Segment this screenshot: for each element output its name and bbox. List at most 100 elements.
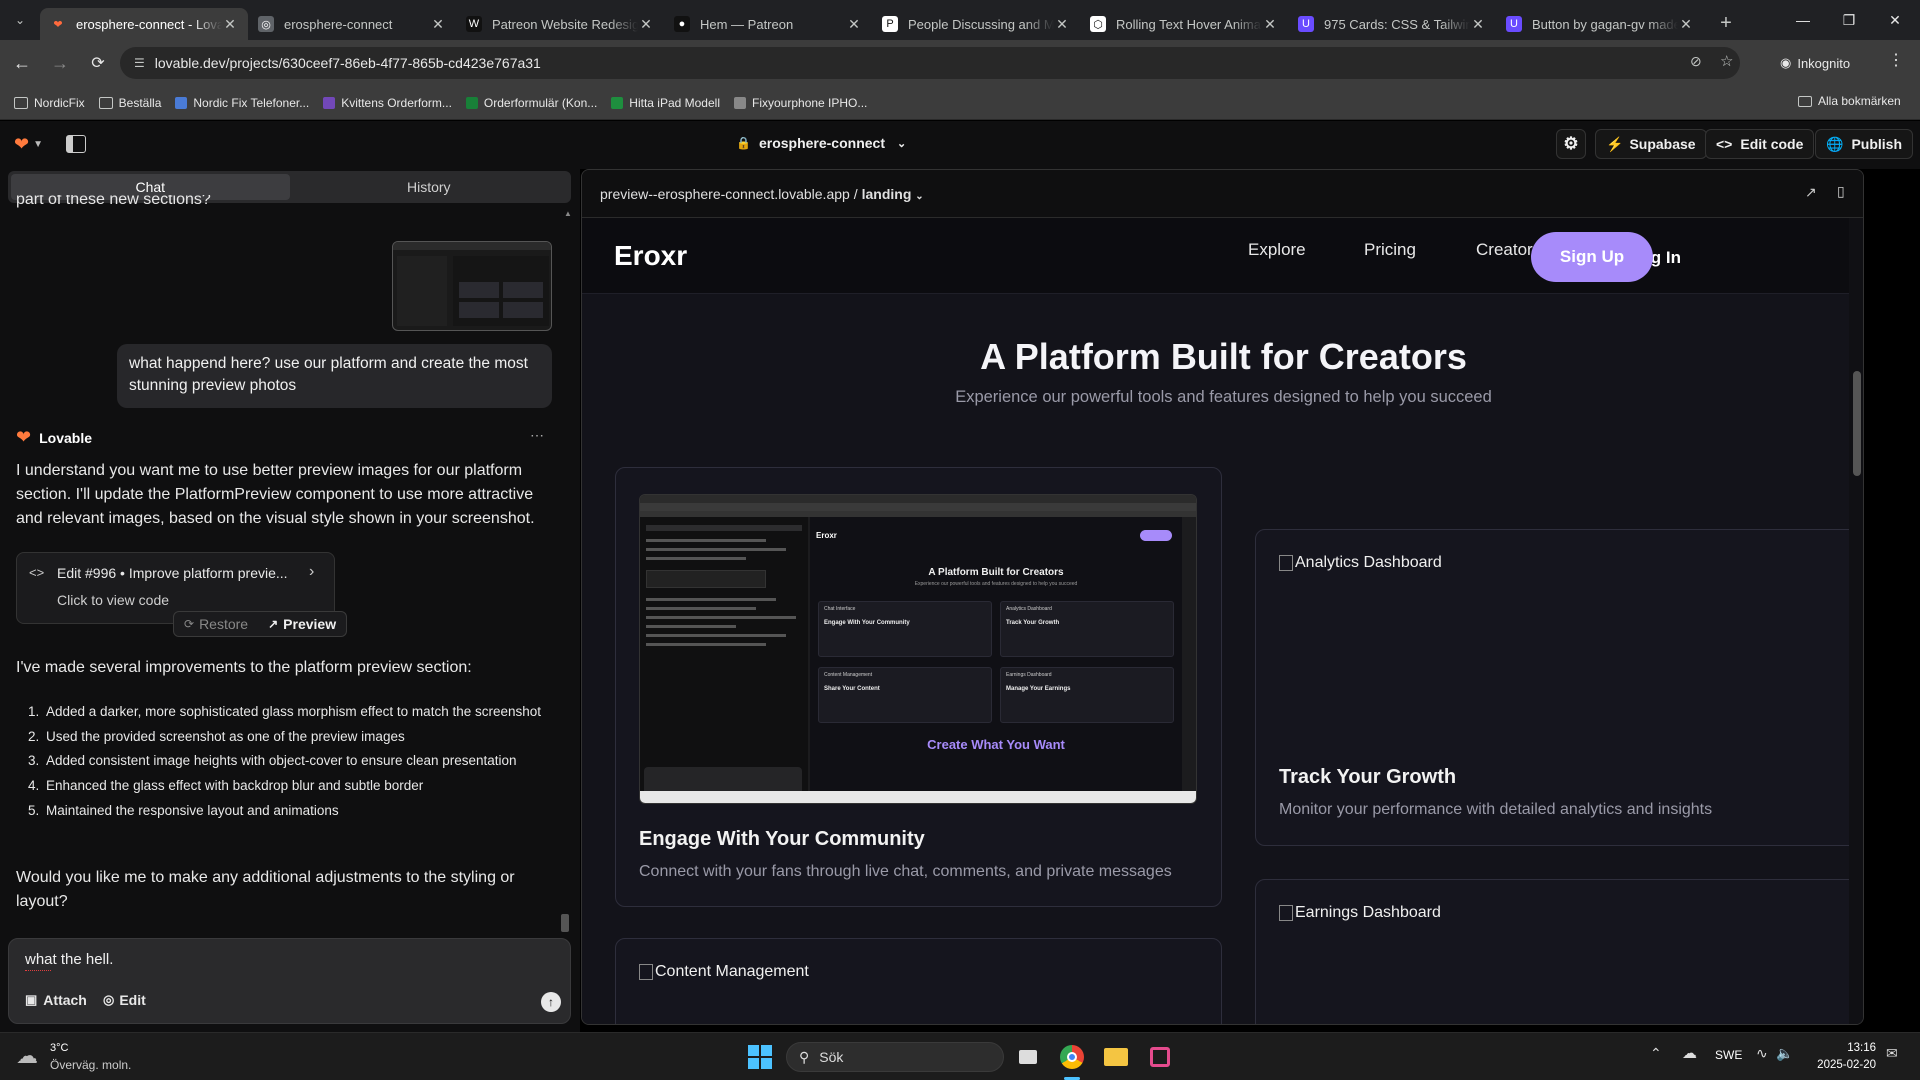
restore-icon: ⟳: [184, 617, 195, 631]
nav-explore[interactable]: Explore: [1248, 240, 1306, 260]
bookmark-item[interactable]: Nordic Fix Telefoner...: [175, 96, 309, 110]
publish-button[interactable]: 🌐 Publish: [1815, 129, 1913, 159]
wifi-icon[interactable]: ∿: [1756, 1045, 1768, 1062]
chevron-up-icon[interactable]: ⌃: [1650, 1045, 1662, 1062]
supabase-button[interactable]: ⚡ Supabase: [1595, 129, 1707, 159]
publish-label: Publish: [1851, 136, 1902, 152]
tab-search-dropdown-icon[interactable]: ⌄: [0, 0, 40, 40]
nav-pricing[interactable]: Pricing: [1364, 240, 1416, 260]
close-window-button[interactable]: ✕: [1872, 0, 1918, 40]
browser-tab[interactable]: ❤ erosphere-connect - Lovable✕: [40, 8, 248, 40]
windows-start-icon[interactable]: [744, 1041, 776, 1073]
settings-button[interactable]: ⚙: [1556, 129, 1586, 159]
incognito-indicator[interactable]: ◉ Inkognito: [1780, 50, 1850, 76]
bookmark-item[interactable]: Fixyourphone IPHO...: [734, 96, 867, 110]
weather-temp[interactable]: 3°C: [50, 1042, 68, 1054]
preview-button[interactable]: ↗ Preview: [258, 616, 346, 632]
improvements-heading: I've made several improvements to the pl…: [16, 659, 472, 676]
tab-history[interactable]: History: [290, 174, 569, 200]
notification-icon[interactable]: ✉: [1886, 1045, 1898, 1062]
taskbar-search[interactable]: ⚲ Sök: [786, 1042, 1004, 1072]
site-info-icon[interactable]: ☰: [134, 56, 145, 70]
weather-cloud-icon[interactable]: ☁: [16, 1043, 38, 1069]
close-icon[interactable]: ✕: [1262, 16, 1278, 33]
browser-tab[interactable]: ⬡ Rolling Text Hover Animation✕: [1080, 8, 1288, 40]
star-icon[interactable]: ☆: [1720, 52, 1733, 70]
back-icon[interactable]: ←: [6, 47, 38, 79]
code-icon: <>: [1716, 136, 1733, 152]
reload-icon[interactable]: ⟳: [82, 47, 114, 79]
edit-card-actions: ⟳ Restore ↗ Preview: [173, 611, 348, 637]
bookmark-item[interactable]: NordicFix: [14, 96, 85, 110]
close-icon[interactable]: ✕: [638, 16, 654, 33]
device-mobile-icon[interactable]: ▯: [1837, 183, 1845, 200]
chat-input[interactable]: what the hell.: [25, 951, 113, 968]
patreon-icon: ●: [674, 16, 690, 32]
snipping-tool-icon[interactable]: [1144, 1041, 1176, 1073]
restore-button[interactable]: ⟳ Restore: [174, 616, 258, 632]
sidebar-toggle-icon[interactable]: [66, 135, 86, 153]
browser-tab[interactable]: U 975 Cards: CSS & Tailwind ✕: [1288, 8, 1496, 40]
edit-mode-button[interactable]: ◎ Edit: [103, 992, 146, 1008]
forward-icon[interactable]: →: [44, 47, 76, 79]
open-external-icon[interactable]: ↗: [1805, 184, 1817, 201]
project-switcher[interactable]: 🔒 erosphere-connect ⌄: [736, 135, 906, 151]
volume-muted-icon[interactable]: 🔈: [1776, 1045, 1793, 1062]
minimize-button[interactable]: —: [1780, 0, 1826, 40]
browser-tab[interactable]: U Button by gagan-gv made ✕: [1496, 8, 1704, 40]
language-indicator[interactable]: SWE: [1715, 1048, 1742, 1062]
broken-image-icon: [1279, 555, 1293, 571]
close-icon[interactable]: ✕: [222, 16, 238, 33]
app-header: ❤ ▼ 🔒 erosphere-connect ⌄ ⚙ ⚡ Supabase <…: [0, 121, 1920, 169]
weather-desc[interactable]: Överväg. moln.: [50, 1058, 131, 1072]
close-icon[interactable]: ✕: [1678, 16, 1694, 33]
tab-title: Patreon Website Redesign: [492, 16, 638, 32]
browser-tab[interactable]: ● Hem — Patreon ✕: [664, 8, 872, 40]
clock-time[interactable]: 13:16: [1810, 1042, 1876, 1054]
bookmark-item[interactable]: Orderformulär (Kon...: [465, 96, 597, 110]
close-icon[interactable]: ✕: [846, 16, 862, 33]
chat-scrollbar-thumb[interactable]: [561, 914, 569, 932]
card-title: Track Your Growth: [1279, 766, 1457, 788]
task-view-icon[interactable]: [1012, 1041, 1044, 1073]
close-icon[interactable]: ✕: [1054, 16, 1070, 33]
new-tab-button[interactable]: +: [1710, 7, 1742, 39]
browser-tab[interactable]: ◎ erosphere-connect ✕: [248, 8, 456, 40]
site-logo[interactable]: Eroxr: [614, 240, 687, 272]
browser-tab-strip: ⌄ ❤erosphere-connect - Lovable✕◎erospher…: [0, 0, 1920, 40]
message-options-icon[interactable]: ⋯: [530, 427, 544, 444]
lovable-menu[interactable]: ❤ ▼: [14, 134, 43, 155]
route-selector[interactable]: landing ⌄: [862, 186, 924, 202]
lovable-heart-icon: ❤: [16, 427, 32, 447]
attach-button[interactable]: ▣ Attach: [25, 992, 87, 1008]
folder-icon: [14, 96, 28, 109]
image-alt-text: Content Management: [655, 963, 809, 980]
scroll-up-arrow[interactable]: ▲: [564, 209, 572, 218]
send-button[interactable]: ↑: [541, 992, 561, 1012]
eye-off-icon[interactable]: ⊘: [1690, 53, 1702, 70]
edit-code-button[interactable]: <> Edit code: [1705, 129, 1815, 159]
browser-tab[interactable]: W Patreon Website Redesign ✕: [456, 8, 664, 40]
assistant-name: Lovable: [39, 429, 92, 446]
chrome-icon[interactable]: [1056, 1041, 1088, 1073]
mini-card-title: Track Your Growth: [1006, 620, 1060, 626]
clock-date[interactable]: 2025-02-20: [1810, 1059, 1876, 1071]
improvement-item: 4. Enhanced the glass effect with backdro…: [16, 774, 556, 799]
bookmark-item[interactable]: Beställa: [98, 96, 161, 110]
close-icon[interactable]: ✕: [1470, 16, 1486, 33]
close-icon[interactable]: ✕: [430, 16, 446, 33]
address-bar[interactable]: ☰ lovable.dev/projects/630ceef7-86eb-4f7…: [120, 47, 1740, 79]
onedrive-icon[interactable]: ☁: [1682, 1044, 1697, 1062]
content-image-broken: Content Management: [639, 963, 809, 981]
all-bookmarks[interactable]: Alla bokmärken: [1798, 94, 1901, 108]
bookmark-item[interactable]: Kvittens Orderform...: [323, 96, 452, 110]
preview-scrollbar[interactable]: [1849, 218, 1863, 1024]
signup-button[interactable]: Sign Up: [1531, 232, 1653, 282]
restore-button[interactable]: ❐: [1826, 0, 1872, 40]
file-explorer-icon[interactable]: [1100, 1041, 1132, 1073]
scrollbar-thumb[interactable]: [1853, 371, 1861, 476]
bookmark-item[interactable]: Hitta iPad Modell: [611, 96, 720, 110]
attached-screenshot-thumbnail[interactable]: [392, 241, 552, 331]
browser-tab[interactable]: P People Discussing and More✕: [872, 8, 1080, 40]
menu-icon[interactable]: ⋮: [1888, 50, 1904, 70]
